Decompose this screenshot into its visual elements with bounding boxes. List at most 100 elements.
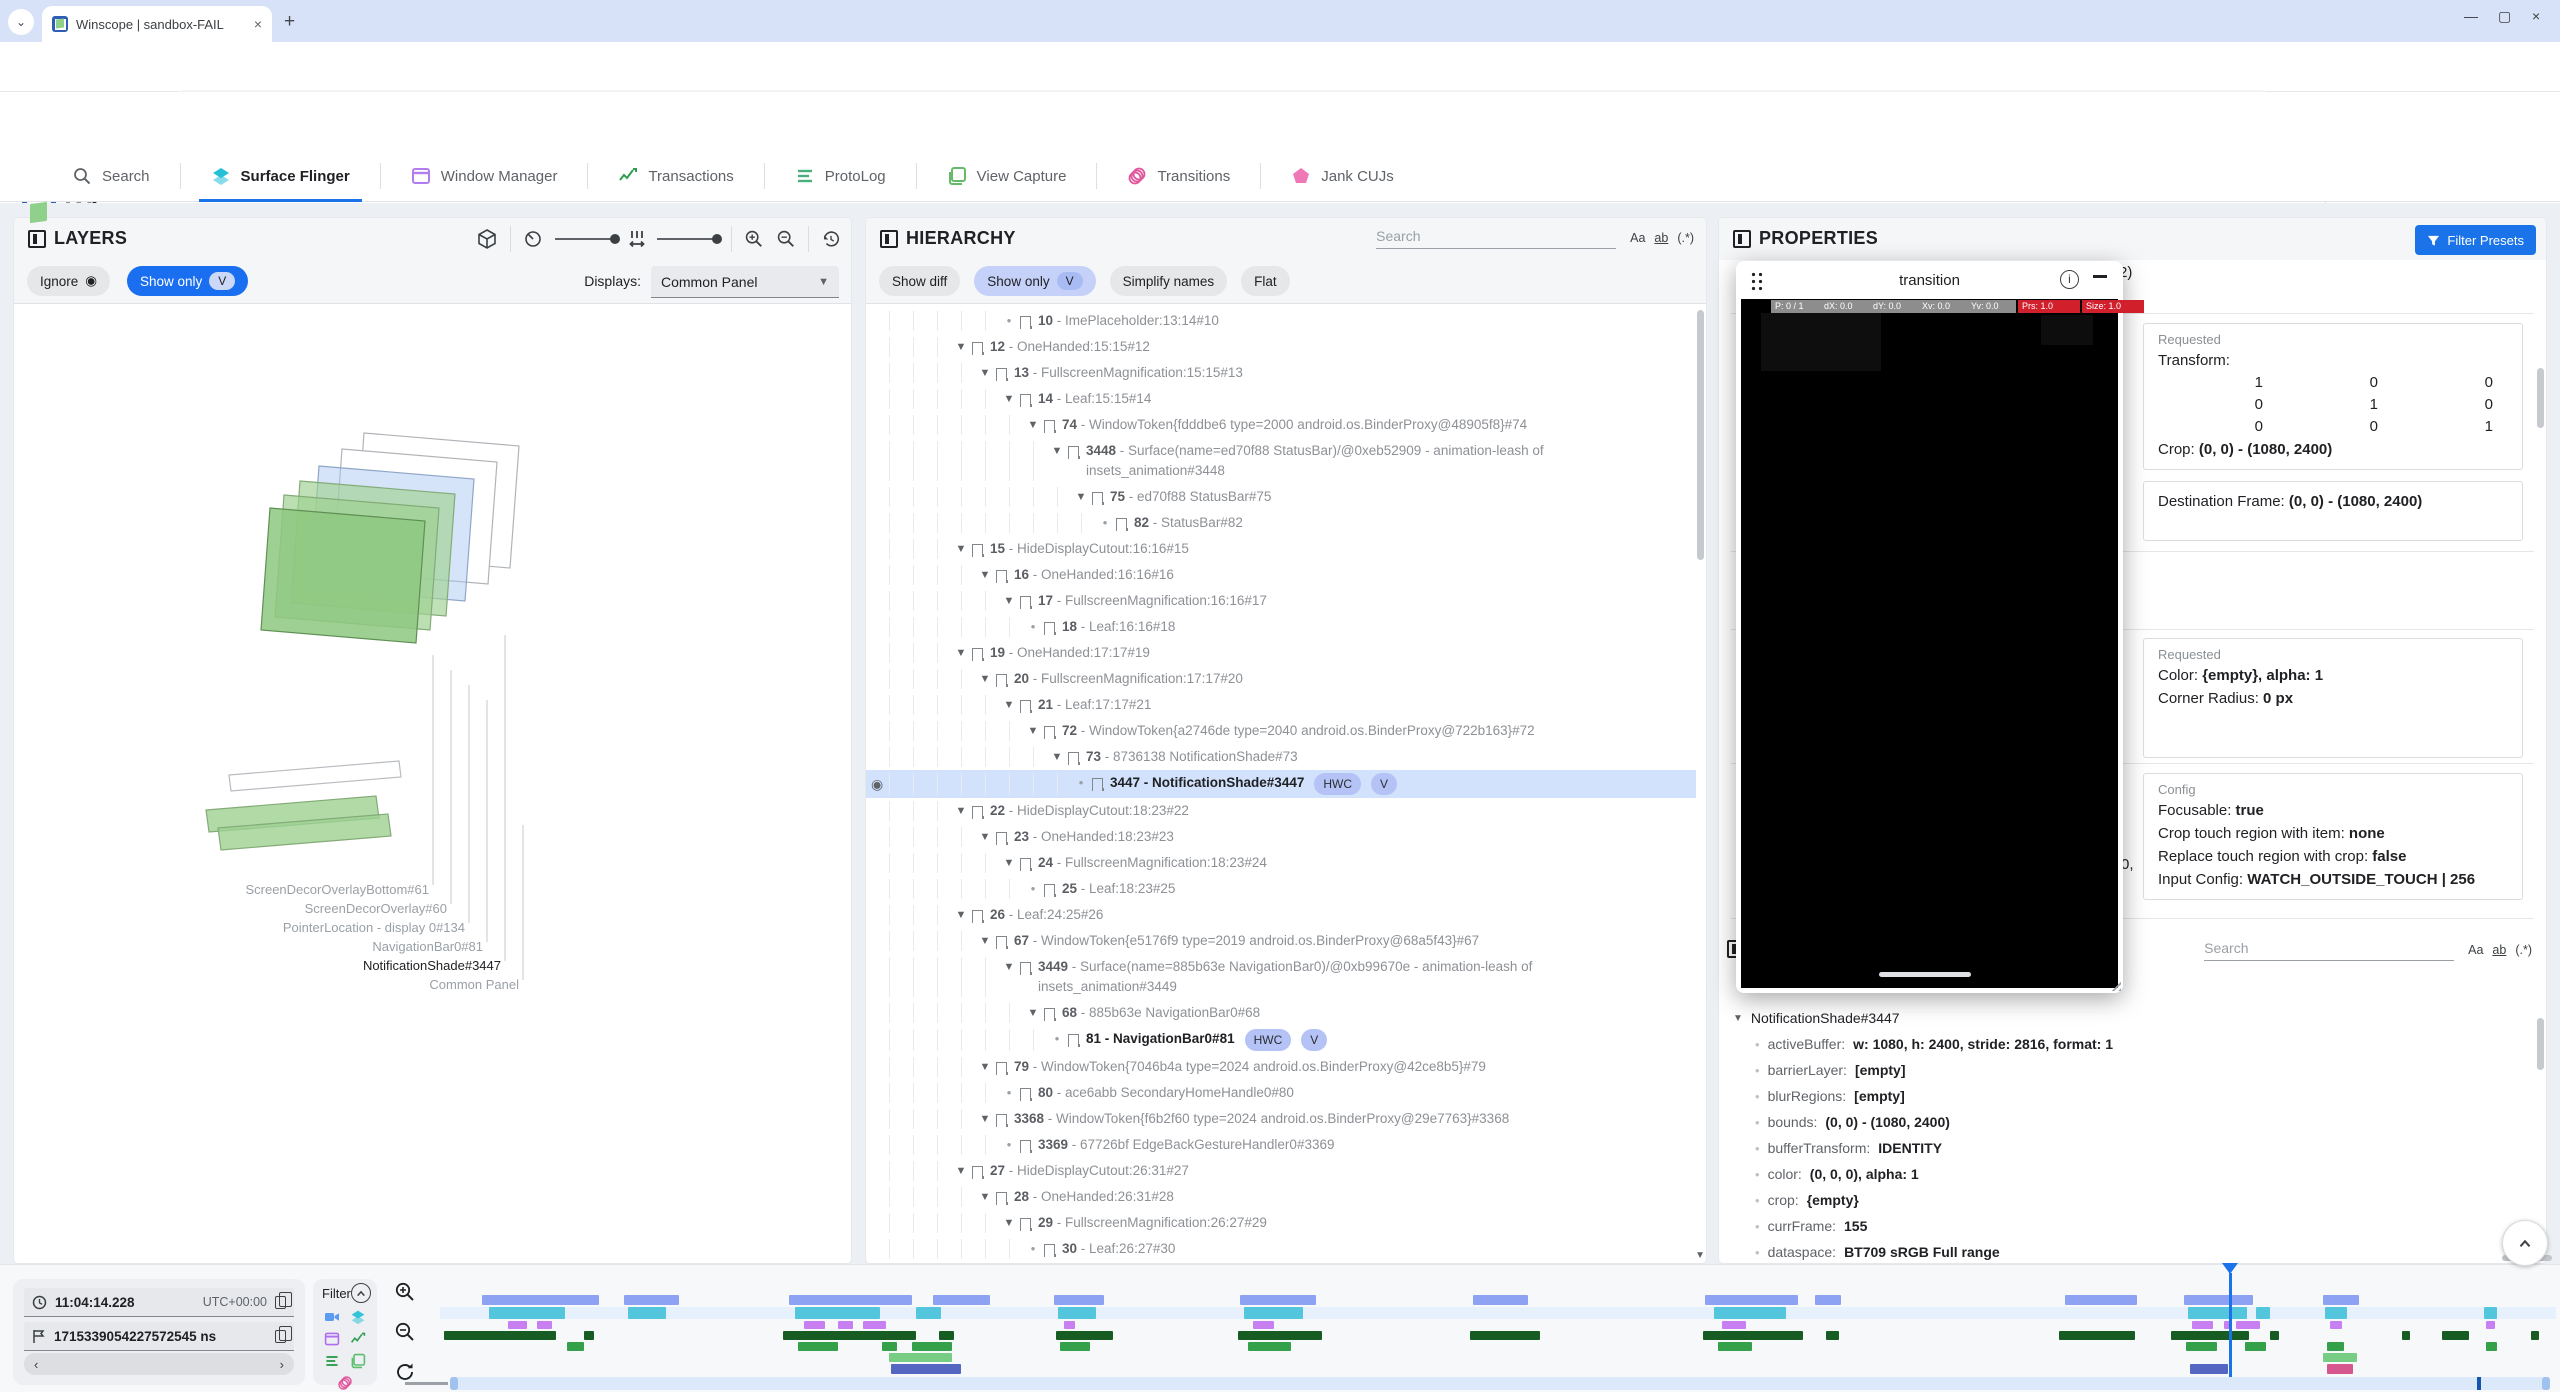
surface-flinger-event-bar[interactable] [2325,1307,2346,1319]
spacing-icon[interactable] [629,229,645,249]
tree-row[interactable]: •25 - Leaf:18:23#25 [866,876,1696,902]
transactions-event-bar[interactable] [1253,1321,1274,1329]
expand-arrow-icon[interactable]: ▼ [1000,591,1018,611]
expand-arrow-icon[interactable]: ▼ [1048,441,1066,461]
properties-scrollbar[interactable] [2537,368,2544,428]
tab-window-manager[interactable]: Window Manager [381,150,588,202]
surface-flinger-event-bar[interactable] [1244,1307,1303,1319]
screen-recording-event-bar[interactable] [1815,1295,1840,1305]
window-manager-event-bar[interactable] [2270,1331,2278,1340]
window-manager-event-bar[interactable] [2442,1331,2470,1340]
window-manager-event-bar[interactable] [2531,1331,2539,1340]
tree-row[interactable]: •80 - ace6abb SecondaryHomeHandle0#80 [866,1080,1696,1106]
tree-row[interactable]: •81 - NavigationBar0#81HWCV [866,1026,1696,1054]
collapse-panel-icon[interactable] [1733,230,1751,248]
hierarchy-scrollbar[interactable] [1697,310,1704,560]
property-row[interactable]: •currFrame:155 [1755,1218,1867,1234]
property-row[interactable]: •blurRegions:[empty] [1755,1088,1905,1104]
minimize-icon[interactable] [2093,275,2107,278]
expand-arrow-icon[interactable]: ▼ [976,827,994,847]
tree-row[interactable]: ▼74 - WindowToken{fdddbe6 type=2000 andr… [866,412,1696,438]
window-trace-icon[interactable] [324,1331,340,1347]
tree-row[interactable]: ▼21 - Leaf:17:17#21 [866,692,1696,718]
expand-arrow-icon[interactable]: ▼ [1000,853,1018,873]
tree-row[interactable]: ▼3448 - Surface(name=ed70f88 StatusBar)/… [866,438,1696,484]
transactions-event-bar[interactable] [2192,1321,2213,1329]
timeline-tracks[interactable] [440,1265,2556,1393]
window-manager-event-bar[interactable] [2171,1331,2249,1340]
expand-arrow-icon[interactable]: ▼ [952,643,970,663]
tree-row[interactable]: ▼24 - FullscreenMagnification:18:23#24 [866,850,1696,876]
tree-row[interactable]: ▼26 - Leaf:24:25#26 [866,902,1696,928]
collapse-panel-icon[interactable] [880,230,898,248]
match-word-toggle[interactable]: ab [1654,231,1668,245]
property-row[interactable]: •barrierLayer:[empty] [1755,1062,1906,1078]
property-row[interactable]: •bounds:(0, 0) - (1080, 2400) [1755,1114,1950,1130]
tree-row[interactable]: ▼20 - FullscreenMagnification:17:17#20 [866,666,1696,692]
expand-arrow-icon[interactable]: ▼ [952,1161,970,1181]
visibility-icon[interactable]: ◉ [871,774,883,794]
window-manager-event-bar[interactable] [444,1331,556,1340]
expand-arrow-icon[interactable]: ▼ [1024,721,1042,741]
tree-row[interactable]: ▼15 - HideDisplayCutout:16:16#15 [866,536,1696,562]
expand-arrow-icon[interactable]: ▼ [1024,1003,1042,1023]
property-row[interactable]: •color:(0, 0, 0), alpha: 1 [1755,1166,1919,1182]
properties-node-row[interactable]: ▼ NotificationShade#3447 [1733,1010,1900,1026]
tab-surface-flinger[interactable]: Surface Flinger [181,150,380,202]
window-minimize-button[interactable]: — [2464,8,2478,24]
tree-row[interactable]: ▼68 - 885b63e NavigationBar0#68 [866,1000,1696,1026]
surface-flinger-event-bar[interactable] [2256,1307,2271,1319]
protolog-event-bar[interactable] [567,1342,584,1351]
surface-flinger-event-bar[interactable] [795,1307,880,1319]
expand-arrow-icon[interactable]: ▼ [976,1109,994,1129]
show-diff-button[interactable]: Show diff [879,266,960,296]
videocam-trace-icon[interactable] [324,1309,340,1325]
minimap-left-handle[interactable] [450,1377,458,1390]
transactions-event-bar[interactable] [537,1321,552,1329]
timeline-minimap[interactable] [450,1377,2550,1390]
frame-pager[interactable]: ‹› [24,1353,294,1375]
expand-arrow-icon[interactable]: ▼ [976,1187,994,1207]
property-row[interactable]: •dataspace:BT709 sRGB Full range [1755,1244,2000,1260]
tree-row[interactable]: ▼17 - FullscreenMagnification:16:16#17 [866,588,1696,614]
transactions-event-bar[interactable] [2236,1321,2259,1329]
expand-arrow-icon[interactable]: ▼ [976,1057,994,1077]
tab-search-chevron-icon[interactable]: ⌄ [8,9,34,35]
expand-arrow-icon[interactable]: ▼ [952,905,970,925]
ignore-button[interactable]: Ignore◉ [27,266,110,296]
protolog-event-bar[interactable] [2486,1342,2497,1351]
zoom-out-icon[interactable] [394,1321,416,1343]
transactions-event-bar[interactable] [804,1321,825,1329]
tree-row[interactable]: ▼12 - OneHanded:15:15#12 [866,334,1696,360]
screen-recording-event-bar[interactable] [624,1295,679,1305]
screen-recording-event-bar[interactable] [1705,1295,1798,1305]
tree-row[interactable]: •30 - Leaf:26:27#30 [866,1236,1696,1262]
screen-recording-event-bar[interactable] [933,1295,990,1305]
transactions-event-bar[interactable] [1064,1321,1075,1329]
screen-recording-event-bar[interactable] [2184,1295,2254,1305]
transactions-event-bar[interactable] [508,1321,527,1329]
properties-search-input[interactable]: Search [2204,940,2454,961]
surface-flinger-event-bar[interactable] [916,1307,941,1319]
property-row[interactable]: •bufferTransform:IDENTITY [1755,1140,1942,1156]
tree-row[interactable]: ▼14 - Leaf:15:15#14 [866,386,1696,412]
tab-protolog[interactable]: ProtoLog [765,150,916,202]
screen-recording-event-bar[interactable] [789,1295,912,1305]
window-manager-event-bar[interactable] [1826,1331,1839,1340]
transactions-event-bar[interactable] [2330,1321,2343,1329]
protolog-event-bar[interactable] [1060,1342,1090,1351]
tree-row[interactable]: ▼23 - OneHanded:18:23#23 [866,824,1696,850]
match-word-toggle[interactable]: ab [2492,943,2506,957]
window-manager-event-bar[interactable] [939,1331,954,1340]
tree-row[interactable]: ▼29 - FullscreenMagnification:26:27#29 [866,1210,1696,1236]
transactions-event-bar[interactable] [838,1321,853,1329]
expand-arrow-icon[interactable]: ▼ [976,363,994,383]
tree-row[interactable]: ▼67 - WindowToken{e5176f9 type=2019 andr… [866,928,1696,954]
tree-row[interactable]: ▼72 - WindowToken{a2746de type=2040 andr… [866,718,1696,744]
transitions-event-bar[interactable] [2327,1364,2352,1374]
copy-icon[interactable] [275,1296,286,1309]
zigzag-trace-icon[interactable] [350,1331,366,1347]
window-close-button[interactable]: × [2532,8,2540,24]
reset-zoom-icon[interactable] [394,1361,416,1383]
camera-3d-toggle-icon[interactable] [476,228,498,250]
